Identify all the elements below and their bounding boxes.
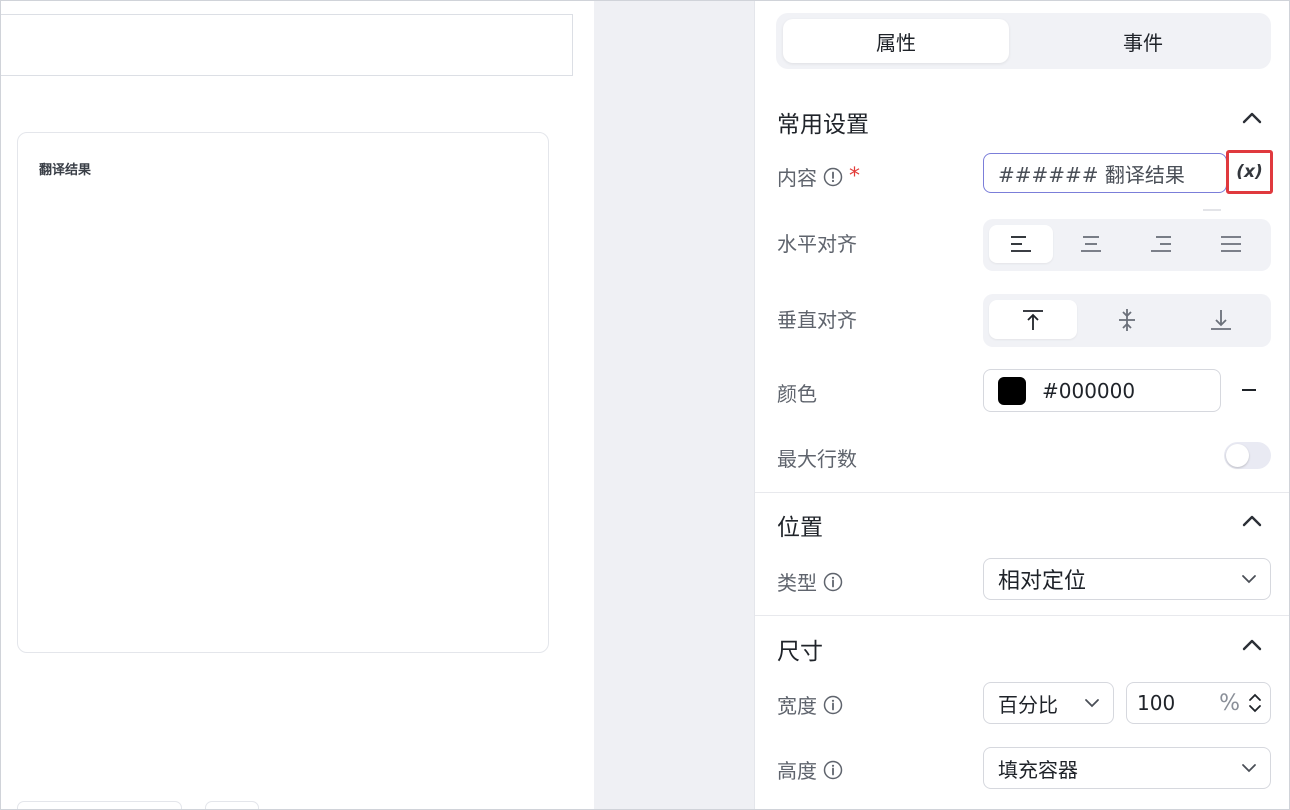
canvas-fragment [205, 801, 259, 809]
property-panel: 属性 事件 常用设置 内容 * ###### 翻译结果 (x) 水平对齐 垂直对… [755, 1, 1289, 809]
align-top-icon [1023, 309, 1043, 330]
height-value: 填充容器 [998, 757, 1078, 782]
position-type-select[interactable]: 相对定位 [983, 558, 1271, 600]
remove-color-button[interactable] [1239, 379, 1259, 401]
width-stepper[interactable] [1248, 691, 1262, 715]
section-divider [755, 615, 1289, 616]
drag-ghost-icon [1203, 197, 1221, 211]
v-align-segmented [983, 294, 1271, 347]
v-align-label: 垂直对齐 [777, 308, 857, 332]
color-label: 颜色 [777, 382, 817, 406]
color-input[interactable]: #000000 [983, 369, 1221, 412]
section-title-position: 位置 [777, 515, 823, 541]
align-top-button[interactable] [989, 300, 1077, 339]
width-label-row: 宽度 [777, 690, 843, 719]
content-label: 内容 [777, 166, 817, 190]
align-middle-icon [1119, 308, 1135, 331]
text-component-card[interactable]: 翻译结果 [17, 132, 549, 653]
chevron-down-icon [1242, 575, 1256, 584]
align-bottom-icon [1211, 309, 1231, 330]
step-up-icon[interactable] [1248, 691, 1262, 703]
chevron-down-icon [1242, 764, 1256, 773]
align-right-icon [1151, 236, 1171, 252]
variable-binding-button[interactable]: (x) [1226, 150, 1273, 194]
align-bottom-button[interactable] [1177, 300, 1265, 339]
width-unit: % [1219, 690, 1240, 716]
minus-icon [1242, 389, 1256, 391]
section-divider [755, 492, 1289, 493]
info-icon[interactable] [823, 572, 843, 592]
width-value: 100 [1137, 691, 1176, 715]
content-input-value: ###### 翻译结果 [998, 162, 1185, 187]
align-left-icon [1011, 236, 1031, 252]
h-align-label: 水平对齐 [777, 232, 857, 256]
chevron-up-icon[interactable] [1241, 510, 1263, 532]
tab-properties[interactable]: 属性 [783, 19, 1009, 63]
height-label-row: 高度 [777, 755, 843, 784]
step-down-icon[interactable] [1248, 703, 1262, 715]
warning-info-icon[interactable] [823, 167, 843, 187]
align-left-button[interactable] [989, 225, 1053, 263]
content-input[interactable]: ###### 翻译结果 [983, 153, 1227, 193]
width-mode-select[interactable]: 百分比 [983, 682, 1114, 724]
tab-events[interactable]: 事件 [1030, 19, 1256, 63]
width-label: 宽度 [777, 694, 817, 718]
height-label: 高度 [777, 759, 817, 783]
color-swatch[interactable] [998, 376, 1026, 405]
section-title-common: 常用设置 [777, 112, 869, 138]
position-type-value: 相对定位 [998, 569, 1087, 594]
height-select[interactable]: 填充容器 [983, 747, 1271, 789]
width-number-input[interactable]: 100 % [1126, 682, 1271, 724]
align-justify-button[interactable] [1199, 225, 1263, 263]
chevron-down-icon [1085, 699, 1099, 708]
app-frame: 翻译结果 属性 事件 常用设置 内容 * ###### 翻译结果 (x) 水平对… [0, 0, 1290, 810]
canvas-component-box[interactable] [1, 14, 573, 76]
section-title-size: 尺寸 [777, 639, 823, 665]
align-justify-icon [1221, 236, 1241, 252]
info-icon[interactable] [823, 695, 843, 715]
align-right-button[interactable] [1129, 225, 1193, 263]
canvas-fragment [17, 801, 182, 809]
type-label-row: 类型 [777, 567, 843, 596]
max-lines-label: 最大行数 [777, 447, 857, 471]
chevron-up-icon[interactable] [1241, 107, 1263, 129]
color-value: #000000 [1042, 378, 1136, 403]
panel-tabs: 属性 事件 [776, 13, 1271, 69]
align-middle-button[interactable] [1083, 300, 1171, 339]
h-align-segmented [983, 219, 1271, 271]
canvas-gutter [594, 1, 755, 809]
required-asterisk: * [849, 164, 860, 189]
width-mode-value: 百分比 [998, 692, 1058, 717]
design-canvas: 翻译结果 [1, 1, 594, 809]
info-icon[interactable] [823, 760, 843, 780]
toggle-knob [1226, 444, 1249, 467]
align-center-button[interactable] [1059, 225, 1123, 263]
max-lines-toggle[interactable] [1224, 442, 1271, 469]
chevron-up-icon[interactable] [1241, 634, 1263, 656]
card-title: 翻译结果 [39, 163, 92, 178]
type-label: 类型 [777, 571, 817, 595]
align-center-icon [1081, 236, 1101, 252]
content-label-row: 内容 * [777, 162, 860, 191]
